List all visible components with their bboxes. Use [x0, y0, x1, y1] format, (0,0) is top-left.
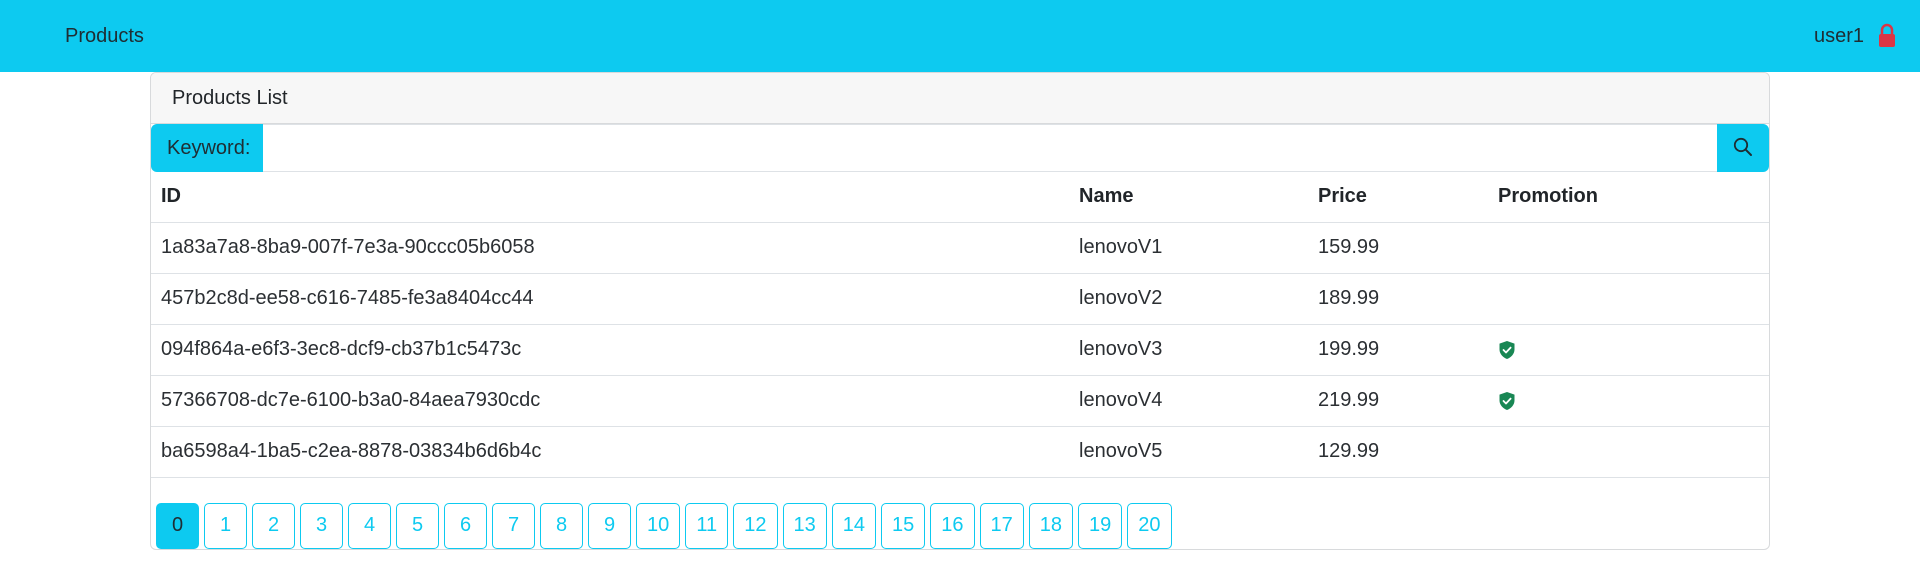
- cell-promotion: [1488, 375, 1769, 427]
- page-button-1[interactable]: 1: [204, 502, 247, 549]
- table-row: ba6598a4-1ba5-c2ea-8878-03834b6d6b4c leno…: [151, 426, 1769, 478]
- shield-check-icon: [1498, 391, 1516, 411]
- page-button-13[interactable]: 13: [782, 502, 827, 549]
- search-button[interactable]: [1717, 124, 1769, 172]
- page-button-16[interactable]: 16: [930, 502, 975, 549]
- page-button-14[interactable]: 14: [831, 502, 876, 549]
- cell-price: 219.99: [1308, 375, 1488, 427]
- products-card: Products List Keyword: ID Name Price Pro…: [150, 72, 1770, 550]
- page-button-10[interactable]: 10: [636, 502, 681, 549]
- table-row: 457b2c8d-ee58-c616-7485-fe3a8404cc44 leno…: [151, 273, 1769, 325]
- brand-link[interactable]: Products: [65, 25, 144, 48]
- card-header: Products List: [151, 73, 1769, 124]
- search-bar: Keyword:: [151, 124, 1769, 172]
- column-header-promotion: Promotion: [1488, 172, 1769, 223]
- cell-price: 159.99: [1308, 222, 1488, 274]
- page-button-12[interactable]: 12: [733, 502, 778, 549]
- cell-promotion: [1488, 273, 1769, 325]
- table-row: 094f864a-e6f3-3ec8-dcf9-cb37b1c5473c leno…: [151, 324, 1769, 376]
- page-button-18[interactable]: 18: [1028, 502, 1073, 549]
- lock-icon[interactable]: [1878, 23, 1896, 49]
- column-header-price: Price: [1308, 172, 1488, 223]
- page-button-4[interactable]: 4: [348, 502, 391, 549]
- column-header-id: ID: [151, 172, 1069, 223]
- cell-price: 189.99: [1308, 273, 1488, 325]
- cell-name: lenovoV5: [1069, 426, 1308, 478]
- cell-promotion: [1488, 324, 1769, 376]
- cell-id: ba6598a4-1ba5-c2ea-8878-03834b6d6b4c: [151, 426, 1069, 478]
- top-navbar: Products user1: [0, 0, 1920, 72]
- cell-promotion: [1488, 222, 1769, 274]
- page-button-15[interactable]: 15: [881, 502, 926, 549]
- pagination: 0 1 2 3 4 5 6 7 8 9 10 11 12 13 14 15 16 17 18 19 20: [151, 478, 1769, 549]
- page-button-5[interactable]: 5: [396, 502, 439, 549]
- cell-price: 199.99: [1308, 324, 1488, 376]
- column-header-name: Name: [1069, 172, 1308, 223]
- cell-name: lenovoV3: [1069, 324, 1308, 376]
- products-table: ID Name Price Promotion 1a83a7a8-8ba9-00…: [151, 172, 1769, 478]
- page-button-19[interactable]: 19: [1078, 502, 1123, 549]
- cell-price: 129.99: [1308, 426, 1488, 478]
- page-button-20[interactable]: 20: [1127, 502, 1172, 549]
- page-button-0[interactable]: 0: [156, 502, 199, 549]
- page-button-9[interactable]: 9: [588, 502, 631, 549]
- page-button-8[interactable]: 8: [540, 502, 583, 549]
- username-label[interactable]: user1: [1814, 25, 1864, 48]
- search-icon: [1733, 137, 1753, 160]
- page-button-3[interactable]: 3: [300, 502, 343, 549]
- page-button-6[interactable]: 6: [444, 502, 487, 549]
- cell-id: 094f864a-e6f3-3ec8-dcf9-cb37b1c5473c: [151, 324, 1069, 376]
- table-row: 57366708-dc7e-6100-b3a0-84aea7930cdc leno…: [151, 375, 1769, 427]
- cell-id: 57366708-dc7e-6100-b3a0-84aea7930cdc: [151, 375, 1069, 427]
- cell-name: lenovoV1: [1069, 222, 1308, 274]
- user-area: user1: [1814, 22, 1896, 50]
- page-button-7[interactable]: 7: [492, 502, 535, 549]
- cell-id: 457b2c8d-ee58-c616-7485-fe3a8404cc44: [151, 273, 1069, 325]
- cell-promotion: [1488, 426, 1769, 478]
- cell-name: lenovoV4: [1069, 375, 1308, 427]
- keyword-input[interactable]: [263, 124, 1717, 172]
- page-button-2[interactable]: 2: [252, 502, 295, 549]
- cell-id: 1a83a7a8-8ba9-007f-7e3a-90ccc05b6058: [151, 222, 1069, 274]
- shield-check-icon: [1498, 340, 1516, 360]
- keyword-label: Keyword:: [151, 124, 263, 172]
- card-title: Products List: [172, 86, 288, 109]
- page-button-11[interactable]: 11: [685, 502, 729, 549]
- page-button-17[interactable]: 17: [979, 502, 1024, 549]
- table-header-row: ID Name Price Promotion: [151, 172, 1769, 223]
- table-row: 1a83a7a8-8ba9-007f-7e3a-90ccc05b6058 leno…: [151, 222, 1769, 274]
- cell-name: lenovoV2: [1069, 273, 1308, 325]
